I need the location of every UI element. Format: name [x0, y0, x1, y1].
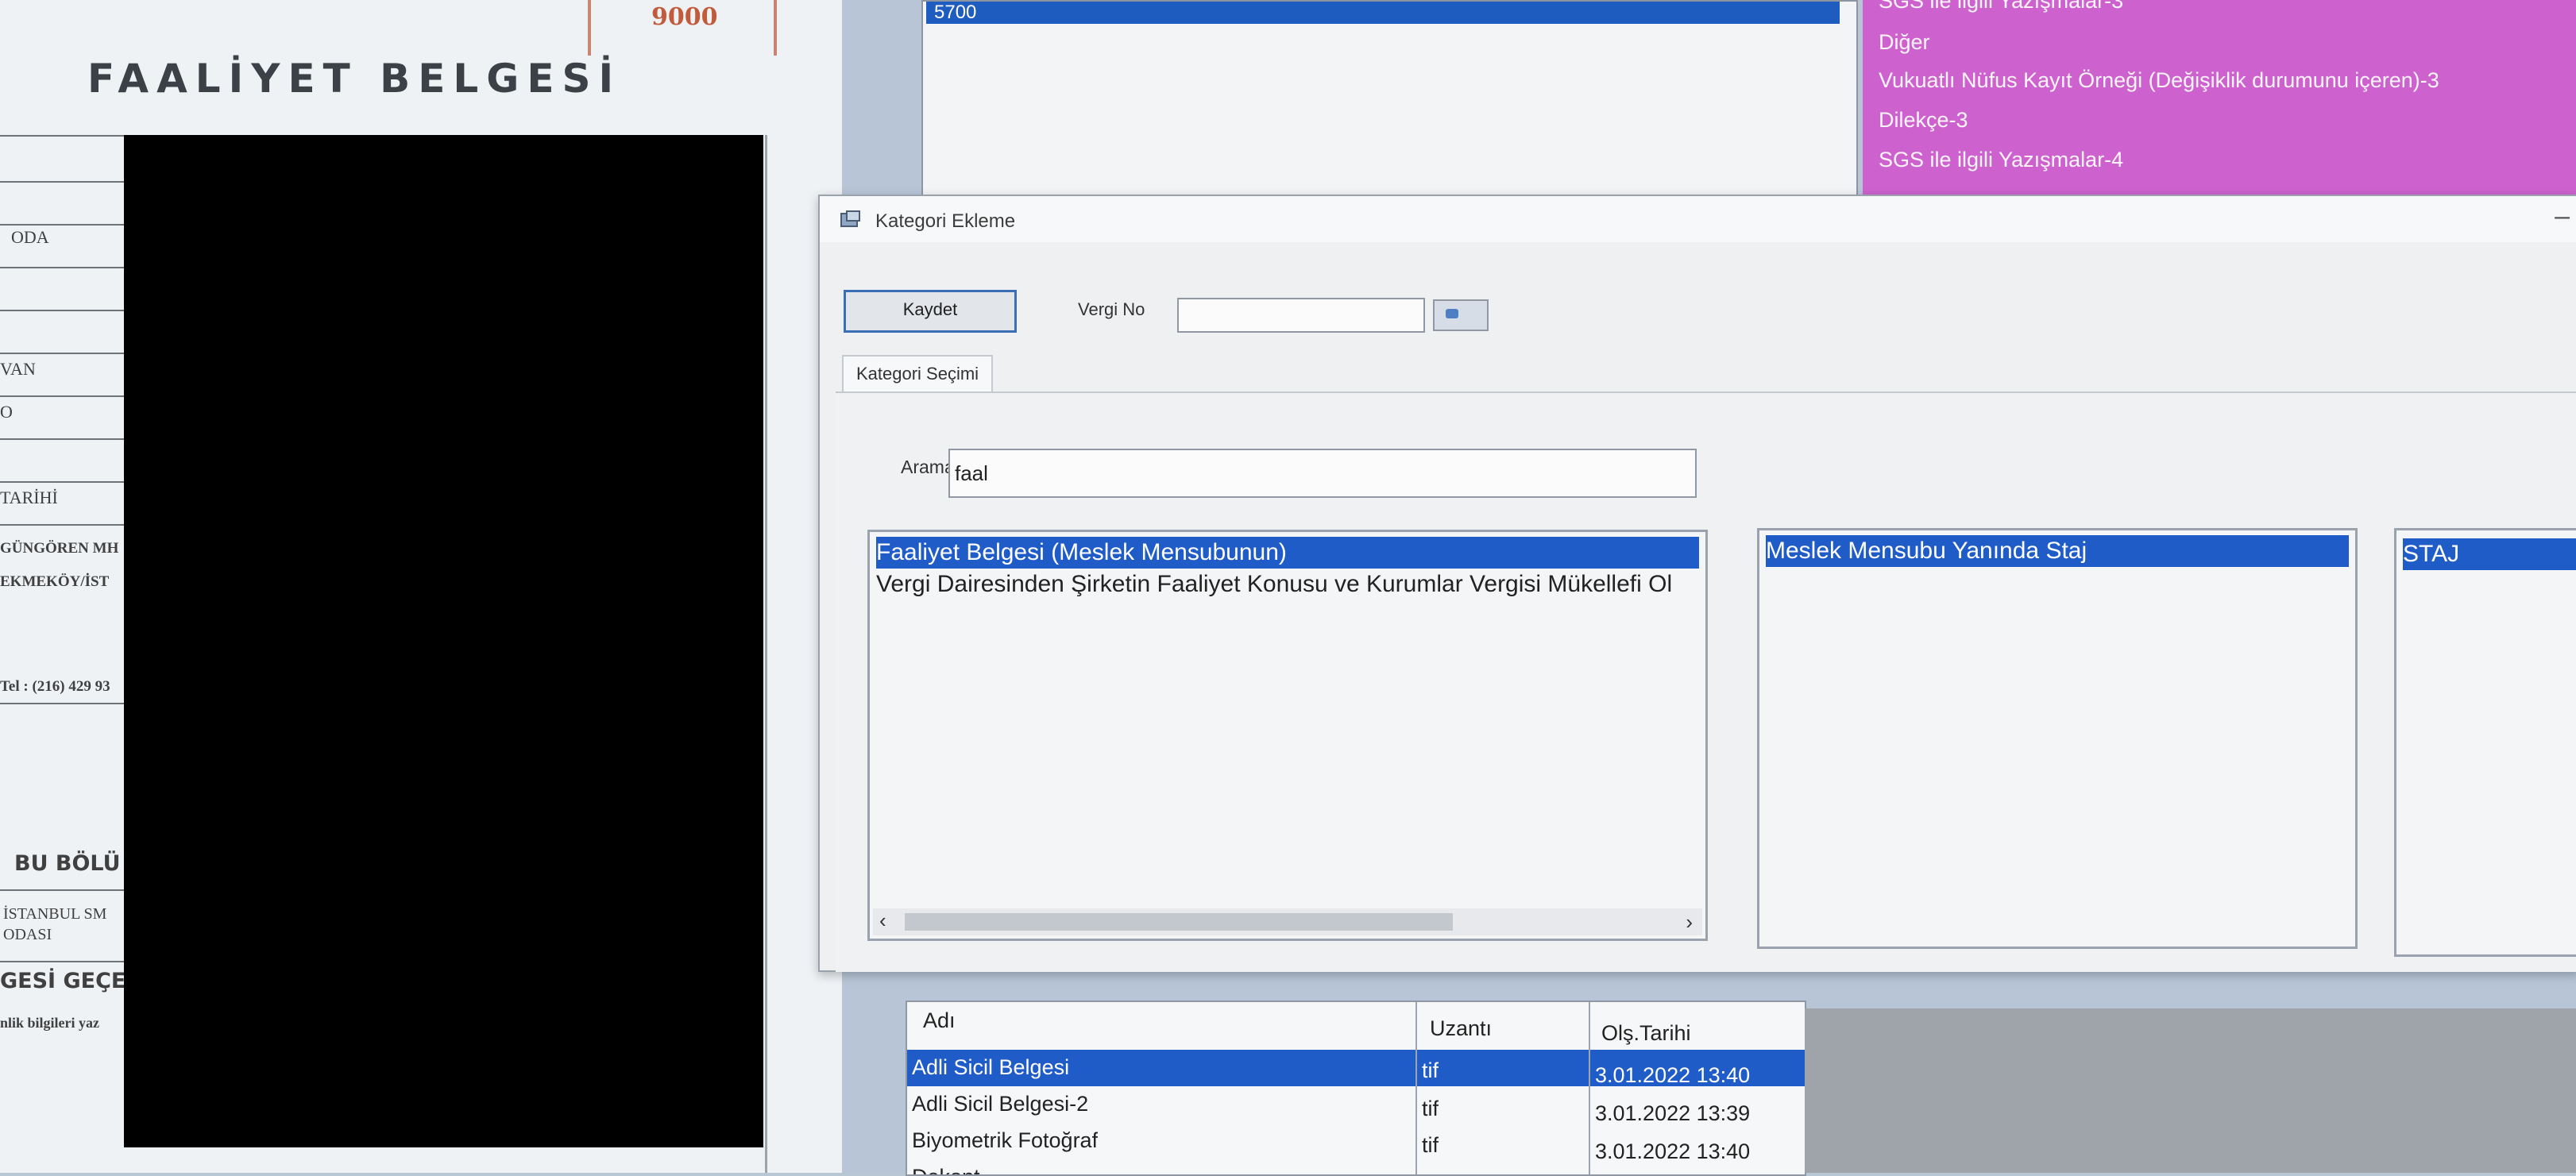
form-line [0, 481, 127, 483]
dialog-titlebar[interactable]: Kategori Ekleme – [820, 196, 2576, 242]
form-line [0, 395, 127, 397]
list-item[interactable]: STAJ [2403, 538, 2576, 570]
arama-label: Arama [901, 457, 955, 477]
tab-panel: Arama faal Faaliyet Belgesi (Meslek Mens… [836, 391, 2576, 972]
doc-label: ODASI [3, 926, 52, 943]
grid-header-name[interactable]: Adı [923, 1002, 956, 1039]
kaydet-button[interactable]: Kaydet [844, 290, 1017, 333]
grid-header-date[interactable]: Olş.Tarihi [1601, 1015, 1691, 1051]
pink-list-item[interactable]: SGS ile ilgili Yazışmalar-4 [1879, 148, 2123, 172]
doc-label: nlik bilgileri yaz [0, 1015, 100, 1031]
scrollbar-thumb[interactable] [905, 913, 1453, 931]
list-item[interactable]: Faaliyet Belgesi (Meslek Mensubunun) [876, 537, 1699, 569]
scroll-left-icon[interactable]: ‹ [879, 908, 886, 933]
category-list-primary[interactable]: Faaliyet Belgesi (Meslek Mensubunun) Ver… [867, 530, 1708, 941]
form-line [0, 181, 127, 183]
grid-cell-extension: tif [1422, 1097, 1439, 1120]
form-line [0, 310, 127, 311]
grid-cell-name: Adli Sicil Belgesi-2 [912, 1092, 1089, 1116]
vergi-no-label: Vergi No [1078, 299, 1145, 319]
grid-cell-name: Dekont [912, 1159, 980, 1174]
form-line [0, 703, 127, 704]
category-list-tertiary[interactable]: STAJ [2394, 528, 2576, 957]
dialog-title: Kategori Ekleme [875, 210, 1016, 232]
search-arrow-icon [1446, 309, 1458, 318]
form-line [0, 135, 127, 137]
vergi-no-input[interactable] [1177, 298, 1425, 333]
grid-cell-extension: tif [1422, 1058, 1439, 1082]
doc-label: O [0, 402, 13, 422]
vergi-search-button[interactable] [1433, 299, 1489, 331]
grid-cell-name: Biyometrik Fotoğraf [912, 1128, 1099, 1152]
list-item[interactable]: Meslek Mensubu Yanında Staj [1766, 535, 2349, 567]
pink-list-item[interactable]: Diğer [1879, 30, 1930, 55]
pink-list-item[interactable]: Vukuatlı Nüfus Kayıt Örneği (Değişiklik … [1879, 68, 2439, 93]
scroll-right-icon[interactable]: › [1686, 910, 1693, 935]
grid-cell-name: Adli Sicil Belgesi [912, 1055, 1070, 1079]
doc-label: VAN [0, 359, 36, 379]
list-item[interactable]: Vergi Dairesinden Şirketin Faaliyet Konu… [876, 569, 1699, 600]
stamp-text: 9000 [651, 3, 718, 31]
doc-label: GÜNGÖREN MH [0, 540, 119, 557]
doc-label: EKMEKÖY/İST [0, 573, 110, 590]
app-window-icon [840, 210, 860, 227]
horizontal-scrollbar[interactable]: ‹ › [873, 908, 1702, 935]
form-line [0, 524, 127, 526]
form-line [0, 438, 127, 440]
doc-label: BU BÖLÜ [14, 851, 121, 876]
search-input[interactable]: faal [948, 449, 1697, 498]
grid-header-extension[interactable]: Uzantı [1430, 1010, 1492, 1047]
doc-label: Tel : (216) 429 93 [0, 678, 110, 695]
minimize-button[interactable]: – [2555, 201, 2570, 232]
doc-label: GESİ GEÇER [0, 969, 143, 993]
form-line [0, 267, 127, 268]
grid-empty-area [1805, 1008, 2576, 1173]
category-list-secondary[interactable]: Meslek Mensubu Yanında Staj [1757, 528, 2358, 949]
redaction-block [124, 135, 763, 1147]
documents-grid[interactable]: Adı Uzantı Olş.Tarihi Adli Sicil Belgesi… [906, 1001, 1806, 1176]
form-border [765, 135, 767, 1173]
grid-column-divider [1589, 1002, 1590, 1174]
grid-cell-extension: tif [1422, 1133, 1439, 1157]
form-line [0, 889, 127, 891]
table-row[interactable]: Adli Sicil Belgesi tif 3.01.2022 13:40 [907, 1050, 1805, 1087]
kategori-ekleme-dialog: Kategori Ekleme – Kaydet Vergi No Katego… [818, 195, 2576, 972]
doc-label: TARİHİ [0, 488, 58, 507]
tab-kategori-secimi[interactable]: Kategori Seçimi [842, 355, 994, 393]
table-row[interactable]: Biyometrik Fotoğraf tif 3.01.2022 13:40 [907, 1123, 1805, 1163]
table-row[interactable]: Adli Sicil Belgesi-2 tif 3.01.2022 13:39 [907, 1086, 1805, 1125]
form-line [0, 961, 127, 962]
pink-list-item[interactable]: SGS ile ilgili Yazışmalar-3 [1879, 0, 2123, 13]
document-title: FAALİYET BELGESİ [87, 56, 622, 102]
doc-label: ODA [11, 227, 49, 247]
table-row[interactable]: Dekont [907, 1159, 1805, 1174]
form-line [0, 353, 127, 354]
grid-column-divider [1415, 1002, 1417, 1174]
form-line [0, 224, 127, 226]
pink-list-item[interactable]: Dilekçe-3 [1879, 108, 1968, 133]
scanned-document: 9000 FAALİYET BELGESİ ODA VAN O TARİHİ G… [0, 0, 842, 1173]
background-list[interactable]: 5700 [921, 0, 1858, 202]
background-pink-list[interactable]: SGS ile ilgili Yazışmalar-3 Diğer Vukuat… [1863, 0, 2576, 195]
doc-label: İSTANBUL SM [3, 905, 107, 923]
background-list-selected-item[interactable]: 5700 [926, 2, 1840, 24]
